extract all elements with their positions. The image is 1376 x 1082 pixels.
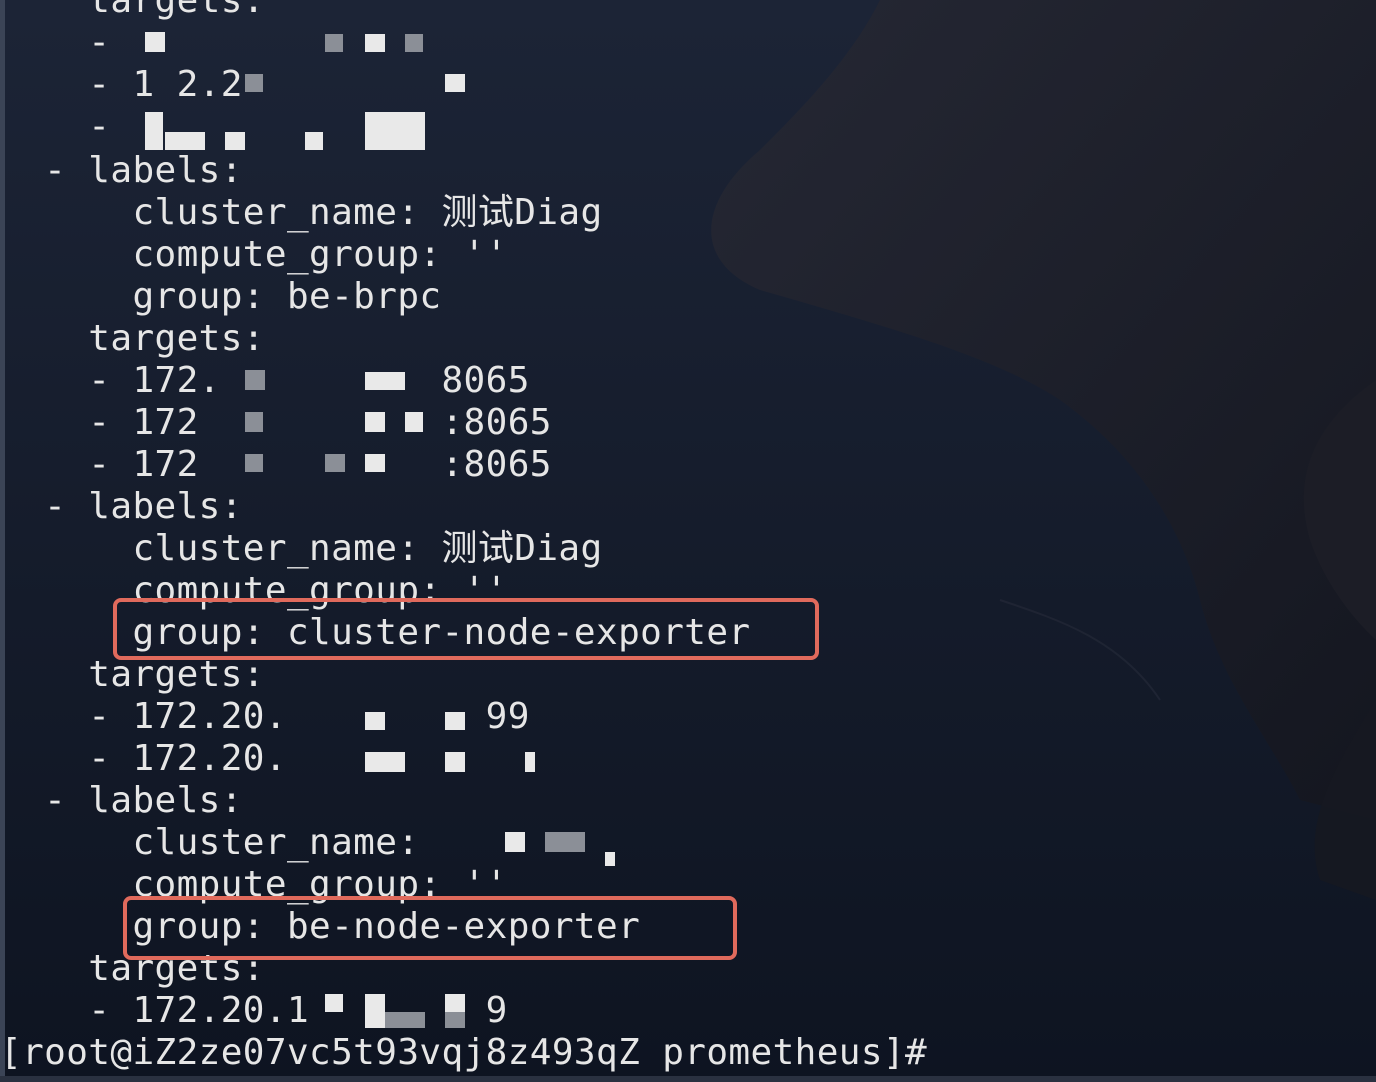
- terminal-window[interactable]: targets: - - 1 2.2 - - labels: cluster_n…: [0, 0, 1376, 1082]
- terminal-line: - labels:: [0, 486, 243, 527]
- terminal-line: - 172 :8065: [0, 444, 552, 485]
- window-bottom-border: [0, 1076, 1376, 1082]
- terminal-line: -: [0, 22, 133, 63]
- terminal-line: - labels:: [0, 150, 243, 191]
- terminal-line: -: [0, 106, 133, 147]
- highlight-box-cluster-node-exporter: [113, 598, 819, 660]
- terminal-line: cluster_name: 测试Diag: [0, 528, 603, 569]
- terminal-line: - 1 2.2: [0, 64, 243, 105]
- terminal-line: compute_group: '': [0, 234, 508, 275]
- terminal-line: group: be-brpc: [0, 276, 442, 317]
- terminal-line: cluster_name:: [0, 822, 420, 863]
- terminal-line: - 172.20.: [0, 738, 287, 779]
- terminal-line: cluster_name: 测试Diag: [0, 192, 603, 233]
- terminal-line: targets:: [0, 0, 265, 21]
- highlight-box-be-node-exporter: [123, 896, 737, 960]
- terminal-line: targets:: [0, 318, 265, 359]
- terminal-line: targets:: [0, 654, 265, 695]
- terminal-line: - labels:: [0, 780, 243, 821]
- shell-prompt[interactable]: [root@iZ2ze07vc5t93vqj8z493qZ prometheus…: [0, 1032, 927, 1074]
- terminal-line: - 172.20.1 9: [0, 990, 508, 1031]
- terminal-line: - 172 :8065: [0, 402, 552, 443]
